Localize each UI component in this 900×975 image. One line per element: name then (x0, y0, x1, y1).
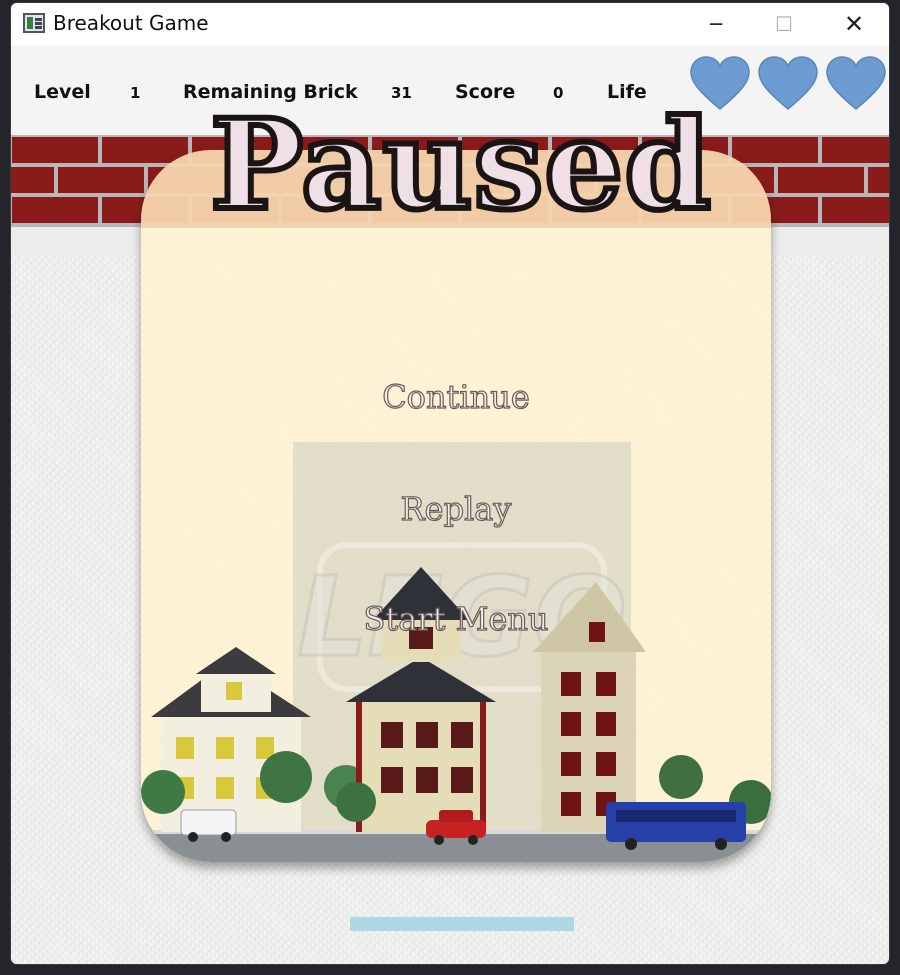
paddle[interactable] (350, 917, 574, 931)
maximize-button[interactable]: ☐ (749, 3, 819, 45)
game-area[interactable]: Level 1 Remaining Brick 31 Score 0 Life … (11, 45, 889, 964)
start-menu-button[interactable]: Start Menu (141, 599, 771, 638)
app-icon (23, 13, 45, 33)
continue-button[interactable]: Continue (141, 377, 771, 416)
window-title: Breakout Game (53, 11, 209, 35)
game-window: Breakout Game ─ ☐ ✕ Level 1 Remaining Br… (10, 2, 890, 965)
minimize-button[interactable]: ─ (681, 3, 751, 45)
pause-panel: LEGO Continue Replay Start Menu (141, 150, 771, 862)
close-button[interactable]: ✕ (819, 3, 889, 45)
paused-title: Paused (207, 90, 714, 241)
title-bar[interactable]: Breakout Game ─ ☐ ✕ (11, 3, 889, 45)
replay-button[interactable]: Replay (141, 489, 771, 528)
